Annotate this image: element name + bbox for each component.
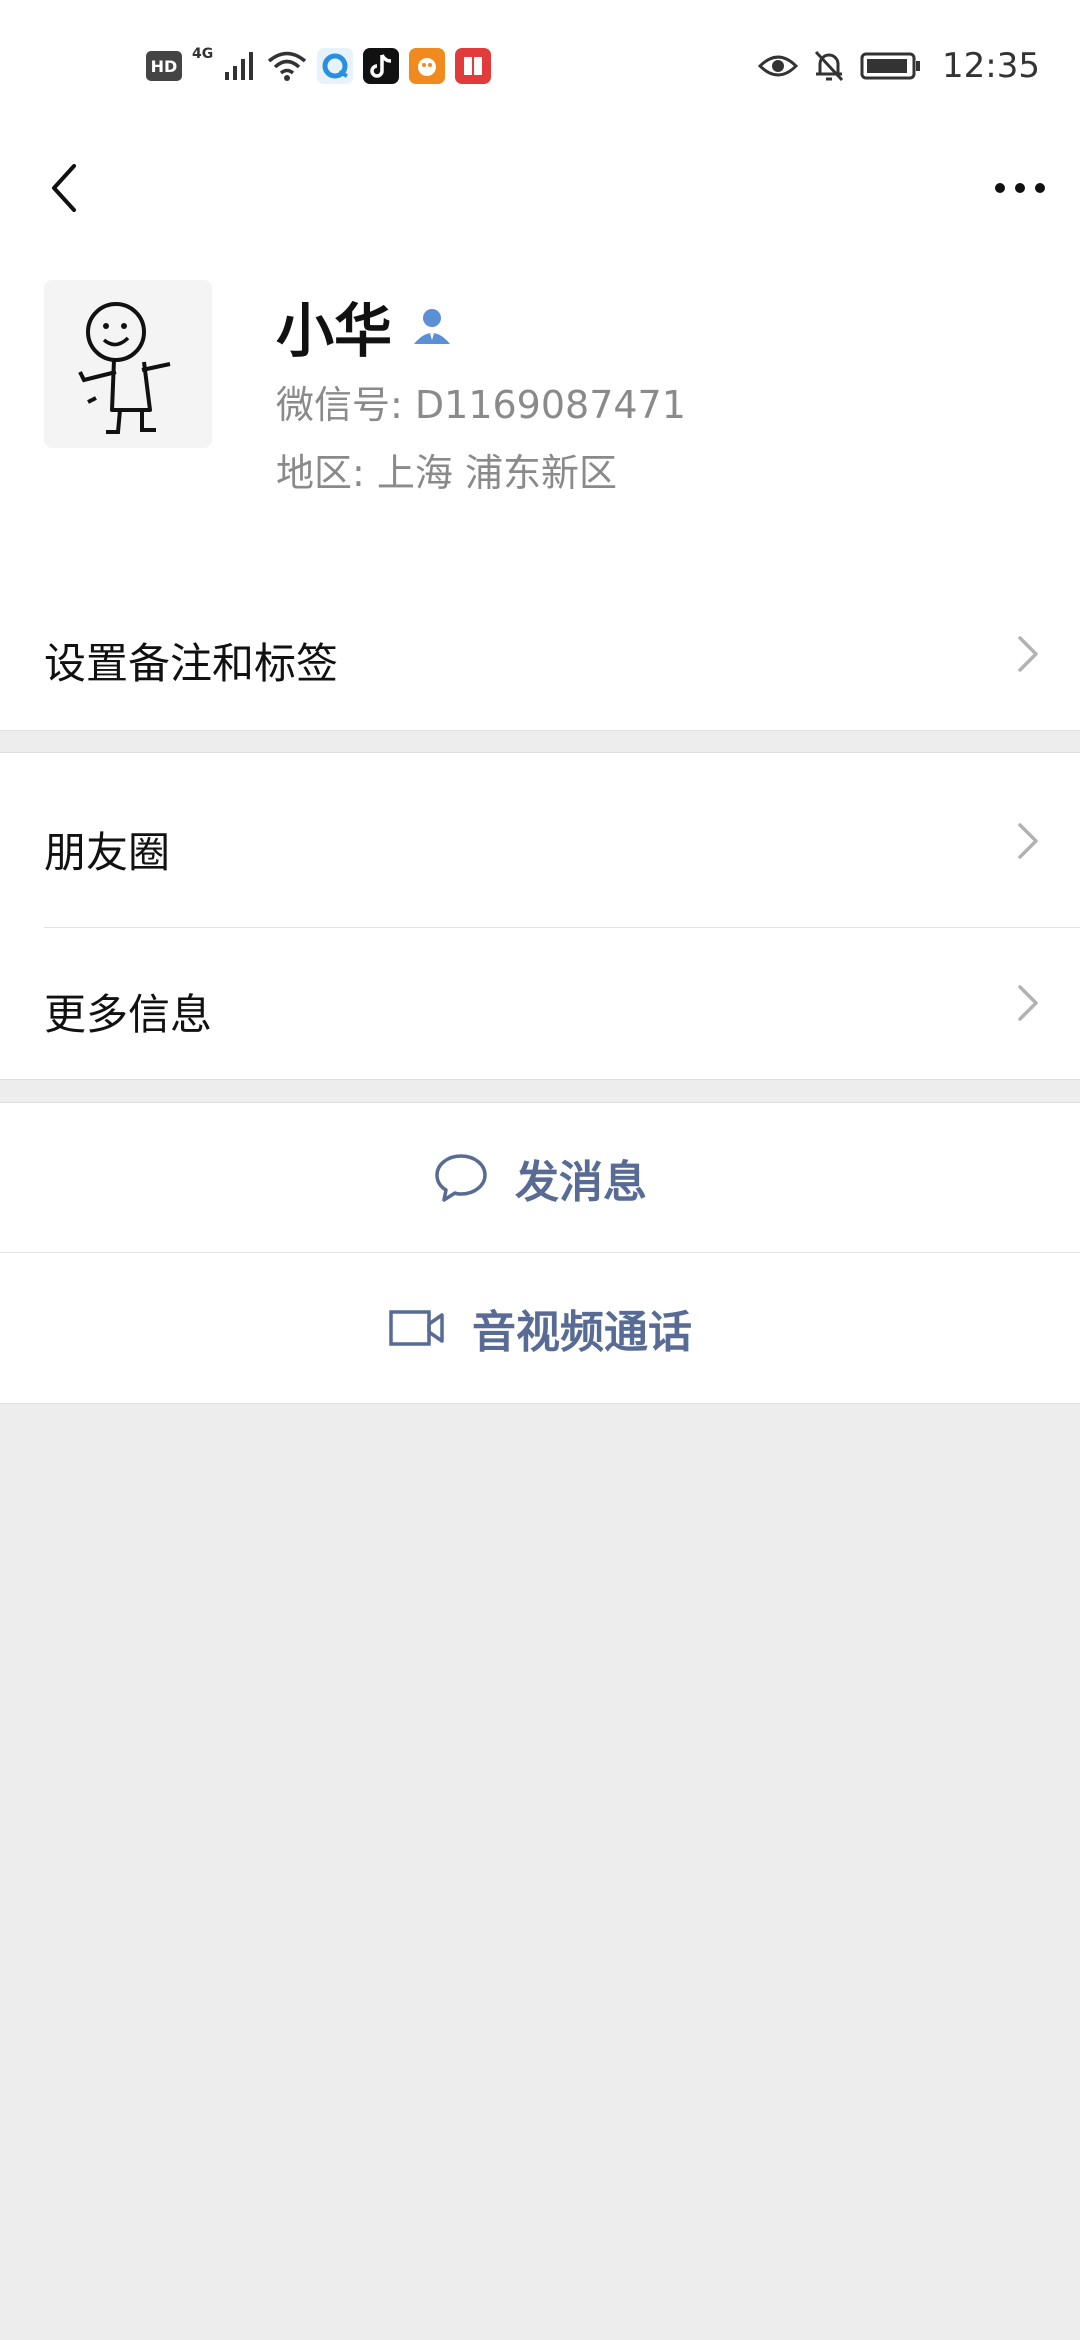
wifi-icon bbox=[268, 51, 307, 81]
video-camera-icon bbox=[389, 1310, 444, 1346]
browser-app-icon bbox=[317, 48, 354, 84]
back-button[interactable] bbox=[22, 146, 106, 230]
chevron-right-icon bbox=[1018, 985, 1038, 1021]
chevron-right-icon bbox=[1018, 823, 1038, 859]
info-group: 朋友圈 更多信息 bbox=[0, 752, 1080, 1080]
wechat-id: 微信号: D1169087471 bbox=[276, 383, 686, 427]
clock-time: 12:35 bbox=[942, 46, 1040, 86]
more-info-cell[interactable]: 更多信息 bbox=[0, 927, 1080, 1079]
network-type-label: 4G bbox=[192, 46, 214, 62]
ellipsis-icon bbox=[995, 183, 1045, 193]
status-bar-right: 12:35 bbox=[758, 44, 1040, 88]
audio-video-call-label: 音视频通话 bbox=[472, 1307, 692, 1358]
reader-app-icon bbox=[455, 48, 492, 84]
hd-icon: HD bbox=[146, 51, 182, 81]
game-app-icon bbox=[409, 48, 446, 84]
contact-person-icon bbox=[414, 309, 451, 344]
tiktok-app-icon bbox=[363, 48, 400, 84]
nav-bar bbox=[0, 132, 1080, 260]
status-bar-left: HD 4G bbox=[146, 44, 492, 88]
avatar[interactable] bbox=[44, 280, 212, 448]
signal-icon bbox=[225, 52, 254, 80]
moments-label: 朋友圈 bbox=[44, 828, 171, 877]
bell-muted-icon bbox=[814, 50, 844, 82]
more-info-label: 更多信息 bbox=[44, 990, 213, 1039]
chevron-left-icon bbox=[52, 164, 76, 212]
audio-video-call-button[interactable]: 音视频通话 bbox=[0, 1252, 1080, 1404]
send-message-label: 发消息 bbox=[515, 1157, 647, 1208]
profile-card: 小华 微信号: D1169087471 地区: 上海 浦东新区 bbox=[0, 260, 1080, 579]
eye-icon bbox=[758, 55, 799, 77]
status-bar: HD 4G 12:35 bbox=[0, 0, 1080, 132]
name-row: 小华 bbox=[276, 284, 454, 368]
chat-bubble-icon bbox=[435, 1154, 487, 1202]
stick-figure-avatar-icon bbox=[78, 302, 171, 434]
more-options-button[interactable] bbox=[978, 146, 1062, 230]
contact-name: 小华 bbox=[276, 297, 393, 365]
moments-cell[interactable]: 朋友圈 bbox=[0, 753, 1080, 927]
remark-and-tags-label: 设置备注和标签 bbox=[44, 639, 339, 688]
battery-icon bbox=[860, 52, 921, 80]
region-info: 地区: 上海 浦东新区 bbox=[276, 451, 617, 495]
remark-and-tags-cell[interactable]: 设置备注和标签 bbox=[0, 578, 1080, 731]
send-message-button[interactable]: 发消息 bbox=[0, 1102, 1080, 1253]
chevron-right-icon bbox=[1018, 636, 1038, 672]
